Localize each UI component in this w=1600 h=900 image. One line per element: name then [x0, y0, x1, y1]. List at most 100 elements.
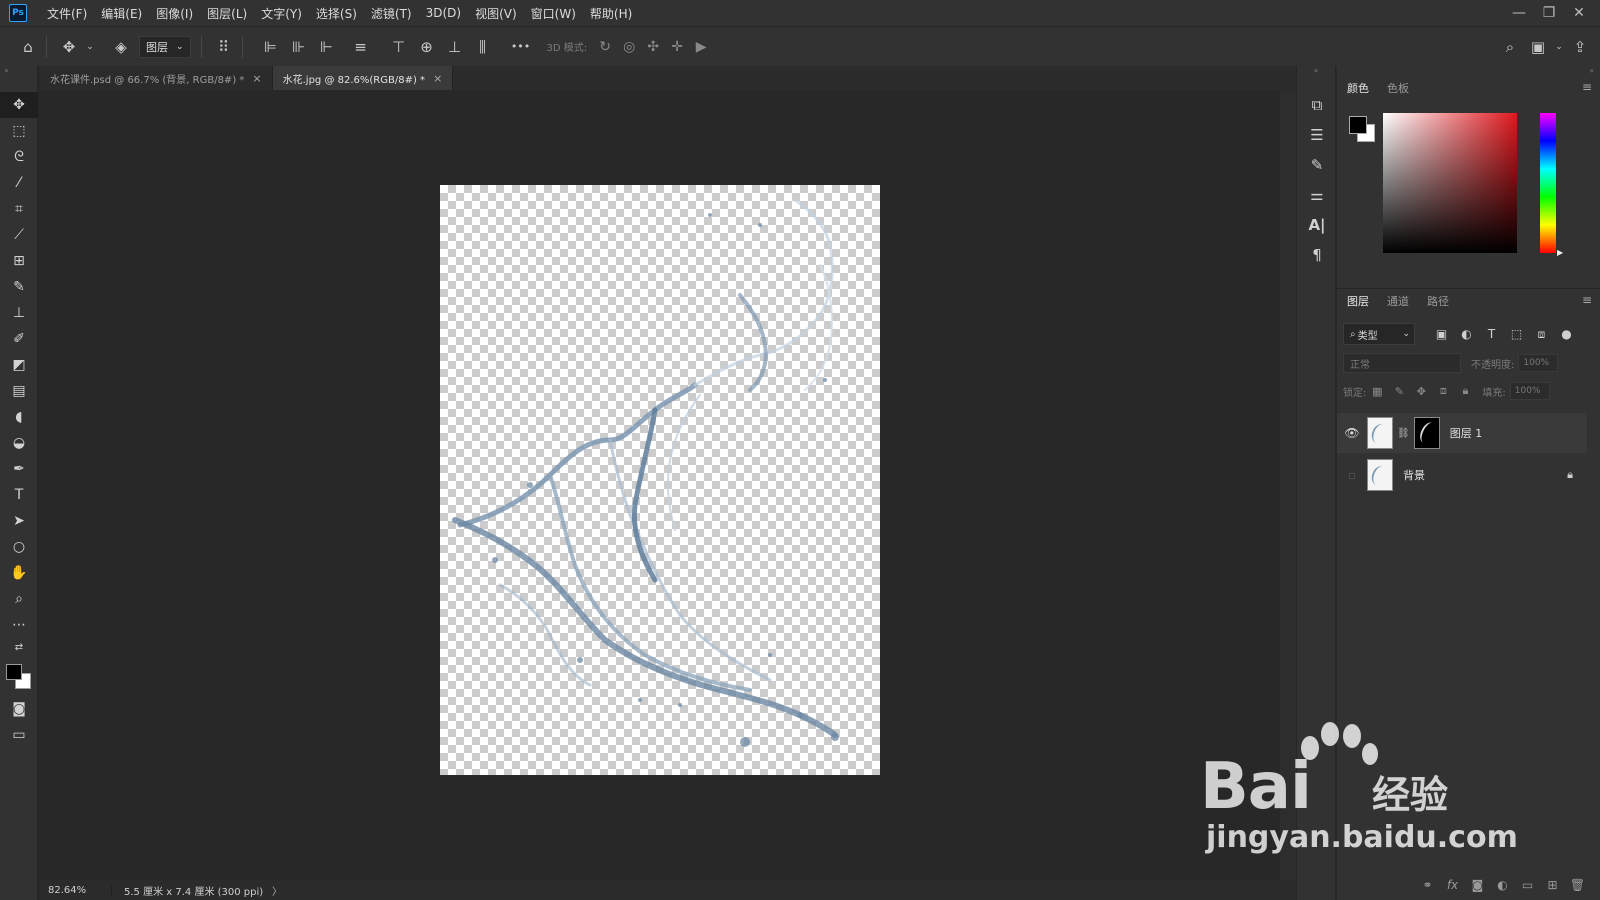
screen-mode-button[interactable]: ▭ [0, 722, 38, 748]
tab-swatches[interactable]: 色板 [1387, 80, 1409, 96]
close-icon[interactable]: × [252, 72, 261, 85]
path-selection-tool[interactable]: ➤ [0, 508, 38, 534]
auto-select-layers-icon[interactable]: ◈ [109, 35, 133, 59]
layer-mask-thumbnail[interactable] [1413, 417, 1440, 449]
menu-layer[interactable]: 图层(L) [207, 5, 247, 22]
lock-artboard-icon[interactable]: ⧈ [1432, 384, 1454, 398]
dodge-tool[interactable]: ◒ [0, 430, 38, 456]
filter-toggle-icon[interactable]: ● [1554, 327, 1579, 341]
add-mask-icon[interactable]: ◙ [1465, 878, 1490, 892]
document-canvas[interactable] [440, 185, 880, 775]
swap-colors-button[interactable]: ⇄ [0, 638, 38, 656]
link-layers-icon[interactable]: ⚭ [1415, 878, 1440, 892]
layer-name[interactable]: 背景 [1403, 467, 1425, 483]
zoom-level[interactable]: 82.64% [40, 884, 112, 896]
close-icon[interactable]: × [433, 72, 442, 85]
adjustment-layer-icon[interactable]: ◐ [1490, 878, 1515, 892]
filter-smart-object-icon[interactable]: ⧈ [1529, 327, 1554, 342]
brush-tool[interactable]: ✎ [0, 274, 38, 300]
workspace-icon[interactable]: ▣ [1526, 35, 1550, 59]
filter-shape-icon[interactable]: ⬚ [1504, 327, 1529, 341]
lock-pixels-icon[interactable]: ✎ [1388, 385, 1410, 398]
menu-edit[interactable]: 编辑(E) [101, 5, 142, 22]
lock-all-icon[interactable]: 🔒︎ [1454, 384, 1476, 398]
menu-image[interactable]: 图像(I) [156, 5, 193, 22]
zoom-tool[interactable]: ⌕ [0, 586, 38, 612]
chevron-down-icon[interactable]: ⌄ [85, 35, 95, 59]
align-center-icon[interactable]: ⊪ [287, 35, 311, 59]
search-icon[interactable]: ⌕ [1498, 35, 1522, 59]
move-tool[interactable]: ✥ [0, 92, 38, 118]
panel-menu-icon[interactable]: ≡ [1582, 80, 1592, 94]
edit-toolbar-button[interactable]: ⋯ [0, 612, 38, 638]
filter-adjustment-icon[interactable]: ◐ [1454, 327, 1479, 341]
collapse-icon[interactable]: « [1297, 66, 1335, 90]
3d-video-icon[interactable]: ▶ [689, 39, 713, 55]
3d-roll-icon[interactable]: ◎ [617, 39, 641, 55]
align-middle-icon[interactable]: ⊕ [415, 35, 439, 59]
color-picker-field[interactable] [1383, 113, 1517, 253]
foreground-color-swatch[interactable] [6, 664, 22, 680]
marquee-tool[interactable]: ⬚ [0, 118, 38, 144]
tab-layers[interactable]: 图层 [1347, 293, 1369, 309]
menu-3d[interactable]: 3D(D) [426, 6, 461, 20]
lasso-tool[interactable]: ᘓ [0, 144, 38, 170]
history-brush-tool[interactable]: ✐ [0, 326, 38, 352]
menu-type[interactable]: 文字(Y) [261, 5, 302, 22]
trash-icon[interactable]: 🗑︎ [1565, 878, 1590, 892]
distribute-vertical-icon[interactable]: ⫼ [471, 35, 495, 59]
collapse-icon[interactable]: » [1337, 66, 1600, 76]
clone-stamp-tool[interactable]: ⊥ [0, 300, 38, 326]
menu-filter[interactable]: 滤镜(T) [371, 5, 412, 22]
gradient-tool[interactable]: ▤ [0, 378, 38, 404]
new-group-icon[interactable]: ▭ [1515, 878, 1540, 892]
transform-controls-icon[interactable]: ⠿ [212, 35, 236, 59]
character-panel-icon[interactable]: A| [1297, 210, 1337, 240]
hand-tool[interactable]: ✋ [0, 560, 38, 586]
align-left-icon[interactable]: ⊫ [259, 35, 283, 59]
more-options-icon[interactable]: ••• [509, 35, 533, 59]
chevron-down-icon[interactable]: ⌄ [1554, 35, 1564, 59]
align-right-icon[interactable]: ⊩ [315, 35, 339, 59]
foreground-color-swatch[interactable] [1349, 116, 1367, 134]
eye-visibility-icon[interactable]: 👁︎ [1337, 426, 1367, 440]
auto-select-dropdown[interactable]: 图层 ⌄ [139, 35, 191, 58]
align-top-icon[interactable]: ⊤ [387, 35, 411, 59]
fill-input[interactable]: 100% [1509, 382, 1550, 400]
paragraph-panel-icon[interactable]: ¶ [1297, 240, 1337, 270]
minimize-button[interactable]: — [1504, 5, 1534, 21]
status-menu-arrow-icon[interactable]: 〉 [272, 883, 282, 898]
eraser-tool[interactable]: ◩ [0, 352, 38, 378]
layer-row-layer1[interactable]: 👁︎ ⛓︎ 图层 1 [1337, 413, 1587, 453]
layer-row-background[interactable]: ▫ 背景 🔒︎ [1337, 455, 1587, 495]
hue-slider[interactable] [1540, 113, 1556, 253]
menu-select[interactable]: 选择(S) [316, 5, 357, 22]
eyedropper-tool[interactable]: ⟋ [0, 222, 38, 248]
opacity-input[interactable]: 100% [1518, 354, 1559, 372]
3d-slide-icon[interactable]: ✛ [665, 39, 689, 55]
restore-button[interactable]: ❐ [1534, 5, 1564, 21]
lock-icon[interactable]: 🔒︎ [1567, 468, 1573, 482]
menu-file[interactable]: 文件(F) [47, 5, 87, 22]
blend-mode-dropdown[interactable]: 正常 [1343, 353, 1461, 373]
close-button[interactable]: ✕ [1564, 5, 1594, 21]
pen-tool[interactable]: ✒ [0, 456, 38, 482]
distribute-icon[interactable]: ≡ [349, 35, 373, 59]
properties-panel-icon[interactable]: ☰ [1297, 120, 1337, 150]
filter-pixel-icon[interactable]: ▣ [1429, 327, 1454, 341]
tab-color[interactable]: 颜色 [1347, 80, 1369, 96]
quick-mask-button[interactable]: ◙ [0, 696, 38, 722]
canvas-area[interactable] [40, 90, 1296, 880]
mask-link-icon[interactable]: ⛓︎ [1397, 428, 1410, 439]
home-icon[interactable]: ⌂ [16, 35, 40, 59]
crop-tool[interactable]: ⌗ [0, 196, 38, 222]
history-panel-icon[interactable]: ⧉ [1297, 90, 1337, 120]
eye-hidden-icon[interactable]: ▫ [1337, 468, 1367, 482]
fx-icon[interactable]: fx [1440, 878, 1465, 892]
tab-channels[interactable]: 通道 [1387, 293, 1409, 309]
toolbar-collapse-icon[interactable]: » [0, 66, 37, 92]
align-bottom-icon[interactable]: ⊥ [443, 35, 467, 59]
healing-brush-tool[interactable]: ⊞ [0, 248, 38, 274]
move-tool-icon[interactable]: ✥ [57, 35, 81, 59]
adjustments-icon[interactable]: ⚌ [1297, 180, 1337, 210]
